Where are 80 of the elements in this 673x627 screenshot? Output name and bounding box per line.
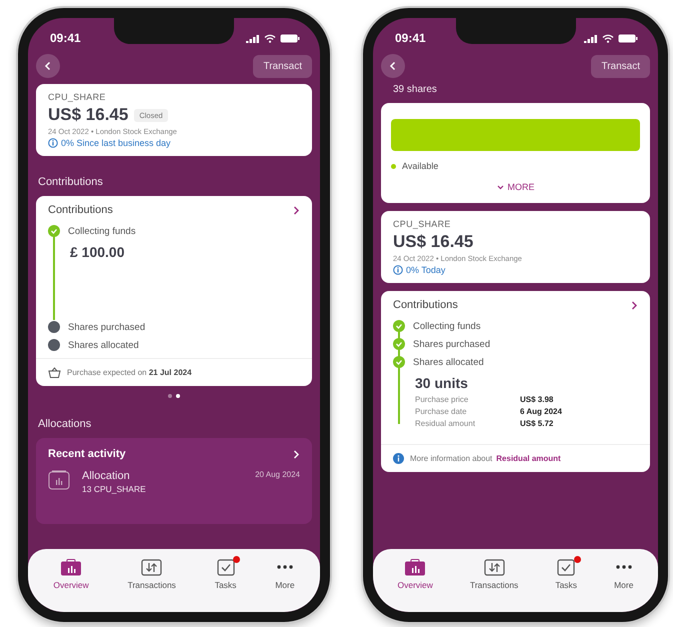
transfer-arrows-icon	[141, 559, 162, 576]
detail-value: US$ 3.98	[520, 395, 554, 404]
step-label: Shares allocated	[413, 356, 484, 368]
price-change: 0% Today	[406, 265, 446, 275]
detail-label: Purchase price	[415, 395, 470, 404]
transfer-arrows-icon	[484, 559, 505, 576]
briefcase-chart-icon	[61, 559, 82, 576]
nav-tab[interactable]: Transactions	[128, 559, 176, 590]
wifi-icon	[264, 34, 276, 42]
briefcase-chart-icon	[405, 559, 426, 576]
wifi-icon	[602, 34, 614, 42]
footer-note: More information about	[410, 454, 492, 463]
chevron-right-icon[interactable]	[631, 300, 638, 310]
battery-icon	[280, 34, 300, 42]
signal-icon	[584, 34, 598, 42]
transact-button[interactable]: Transact	[253, 54, 312, 78]
chevron-left-icon	[44, 61, 52, 71]
notification-dot	[233, 556, 240, 563]
detail-value: 6 Aug 2024	[520, 407, 563, 416]
info-icon	[393, 265, 403, 275]
step-label: Shares allocated	[68, 340, 139, 350]
stock-symbol: CPU_SHARE	[48, 92, 107, 102]
share-count: 39 shares	[392, 84, 438, 95]
card-title: Recent activity	[48, 448, 126, 460]
signal-icon	[246, 34, 260, 42]
more-button[interactable]: MORE	[490, 181, 540, 193]
share-price: US$ 16.45	[48, 105, 128, 125]
status-time: 09:41	[395, 31, 426, 45]
checkbox-icon	[216, 559, 235, 576]
detail-label: Purchase date	[415, 407, 468, 416]
legend-dot-icon	[391, 164, 396, 168]
nav-tab[interactable]: Tasks	[214, 559, 236, 590]
checkbox-icon	[557, 559, 576, 576]
transact-button[interactable]: Transact	[591, 54, 650, 78]
back-button[interactable]	[381, 54, 405, 78]
back-button[interactable]	[36, 54, 60, 78]
document-chart-icon	[48, 470, 70, 490]
section-heading: Allocations	[37, 417, 92, 430]
share-price: US$ 16.45	[393, 232, 474, 252]
pager-dot[interactable]	[176, 394, 180, 398]
nav-tab[interactable]: Tasks	[555, 559, 578, 590]
detail-label: Residual amount	[415, 419, 476, 428]
battery-icon	[618, 34, 638, 42]
activity-title: Allocation	[82, 470, 130, 482]
footer-note: Purchase expected on 21 Jul 2024	[67, 368, 192, 377]
section-heading: Contributions	[37, 175, 104, 188]
step-label: Collecting funds	[68, 226, 136, 236]
more-dots-icon	[616, 565, 632, 569]
pager-dot[interactable]	[168, 394, 172, 398]
residual-amount-link[interactable]: Residual amount	[496, 454, 561, 463]
legend-label: Available	[402, 161, 438, 171]
detail-value: US$ 5.72	[520, 419, 554, 428]
info-icon	[393, 453, 404, 464]
nav-tab[interactable]: More	[614, 559, 634, 590]
step-label: Collecting funds	[413, 320, 481, 332]
nav-tab[interactable]: Transactions	[470, 559, 518, 590]
contributions-card[interactable]: Contributions Collecting funds £ 100.00 Shares purchased Shares allocated Purchase expected on 21 Jul 2024	[36, 196, 312, 386]
basket-icon	[48, 367, 61, 378]
chevron-left-icon	[389, 61, 397, 71]
price-change: 0% Since last business day	[61, 138, 171, 148]
card-title: Contributions	[48, 204, 113, 216]
step-label: Shares purchased	[413, 338, 490, 350]
recent-activity-card[interactable]: Recent activity Allocation 20 Aug 2024 13 CPU_SHARE	[36, 438, 312, 524]
card-title: Contributions	[393, 299, 458, 311]
status-time: 09:41	[50, 31, 81, 45]
chevron-right-icon[interactable]	[293, 206, 300, 214]
step-amount: £ 100.00	[70, 244, 126, 260]
activity-subtitle: 13 CPU_SHARE	[82, 484, 147, 494]
stock-symbol: CPU_SHARE	[393, 219, 452, 229]
nav-tab[interactable]: Overview	[398, 559, 433, 590]
chevron-down-icon	[496, 184, 504, 190]
step-amount: 30 units	[415, 375, 469, 391]
nav-tab[interactable]: Overview	[53, 559, 89, 590]
info-icon	[48, 138, 58, 148]
more-dots-icon	[276, 565, 293, 569]
activity-date: 20 Aug 2024	[255, 470, 300, 481]
notification-dot	[574, 556, 582, 563]
nav-tab[interactable]: More	[275, 559, 295, 590]
step-label: Shares purchased	[68, 322, 146, 332]
contributions-card[interactable]: Contributions Collecting funds Shares purchased Shares allocated 30 units Purchase price US$ 3.98 Purchase date 6 Aug 2024 Residual amount US$ 5.72 More information about Residual amount	[381, 291, 650, 472]
